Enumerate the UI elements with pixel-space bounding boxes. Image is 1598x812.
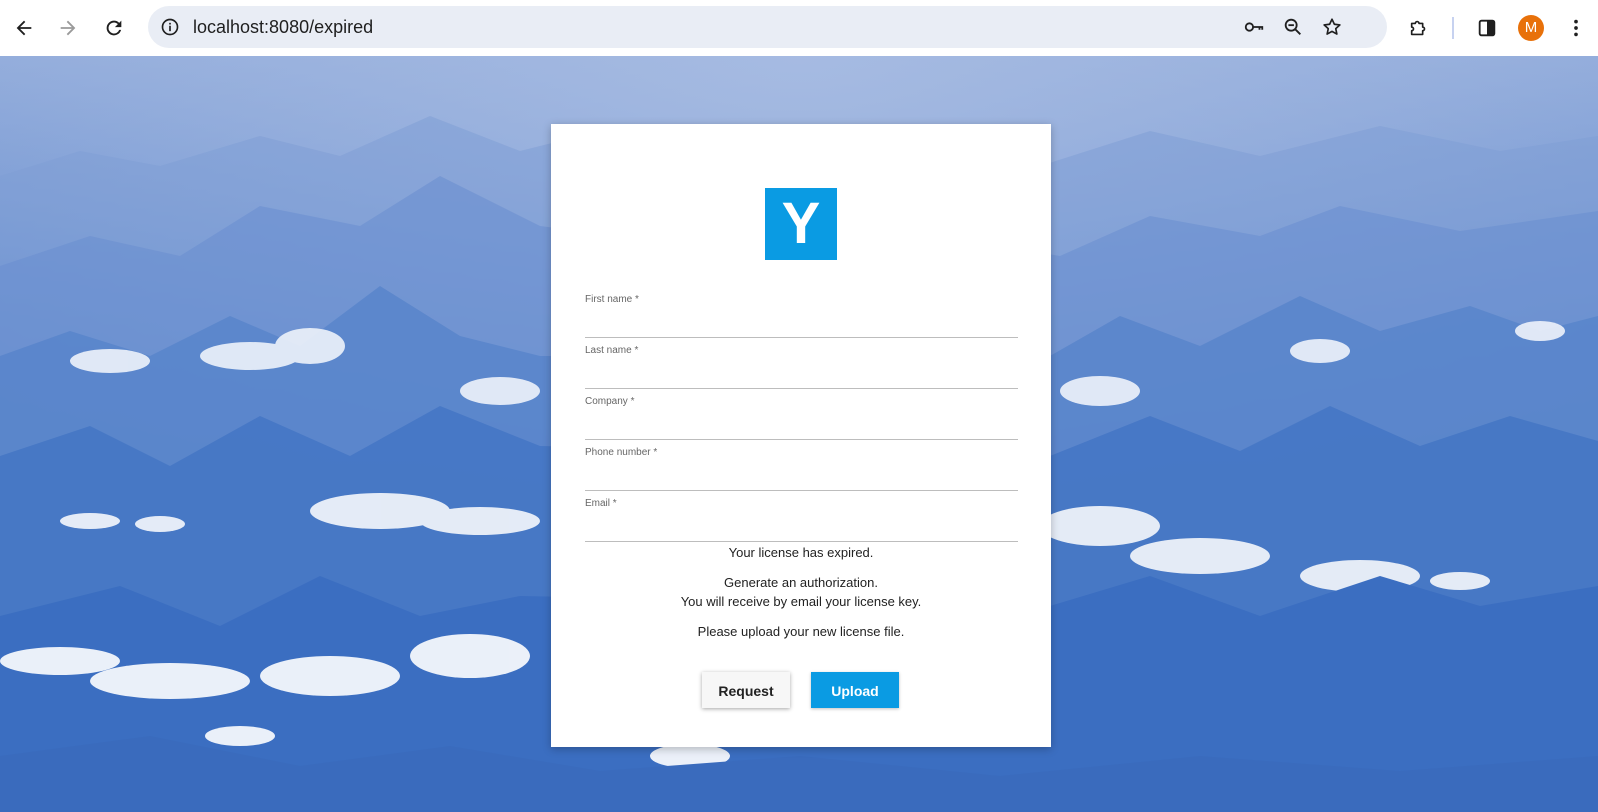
url-input[interactable] [193, 6, 993, 48]
receive-license-key-message: You will receive by email your license k… [680, 594, 922, 609]
license-expired-message: Your license has expired. [728, 545, 874, 560]
company-input[interactable] [585, 414, 1018, 438]
upload-button[interactable]: Upload [811, 672, 899, 708]
bookmark-button[interactable] [1318, 13, 1346, 41]
page-viewport: Y First name * Last name * Company * Pho… [0, 56, 1598, 812]
extensions-button[interactable] [1403, 12, 1435, 44]
phone-number-label: Phone number * [585, 447, 658, 458]
site-info-button[interactable] [155, 12, 185, 42]
key-icon [1244, 22, 1264, 32]
company-label: Company * [585, 396, 635, 407]
upload-license-message: Please upload your new license file. [697, 624, 905, 639]
first-name-input[interactable] [585, 312, 1018, 336]
side-panel-button[interactable] [1471, 12, 1503, 44]
forward-arrow-icon [60, 20, 76, 36]
zoom-out-icon [1284, 18, 1301, 35]
company-field[interactable]: Company * [585, 396, 1018, 440]
password-key-button[interactable] [1240, 13, 1268, 41]
browser-menu-button[interactable] [1560, 12, 1592, 44]
forward-button[interactable] [50, 10, 86, 46]
email-field[interactable]: Email * [585, 498, 1018, 542]
back-button[interactable] [6, 10, 42, 46]
first-name-label: First name * [585, 294, 639, 305]
zoom-button[interactable] [1279, 13, 1307, 41]
last-name-field[interactable]: Last name * [585, 345, 1018, 389]
app-logo: Y [765, 188, 837, 260]
phone-number-input[interactable] [585, 465, 1018, 489]
reload-icon [106, 20, 122, 36]
puzzle-icon [1410, 20, 1426, 36]
email-label: Email * [585, 498, 617, 509]
browser-toolbar: M [0, 0, 1598, 56]
last-name-label: Last name * [585, 345, 639, 356]
last-name-input[interactable] [585, 363, 1018, 387]
kebab-menu-icon [1574, 19, 1578, 37]
license-expired-card: Y First name * Last name * Company * Pho… [551, 124, 1051, 747]
reload-button[interactable] [96, 10, 132, 46]
side-panel-icon [1478, 19, 1496, 37]
request-button[interactable]: Request [702, 672, 790, 708]
profile-avatar[interactable]: M [1518, 15, 1544, 41]
back-arrow-icon [16, 20, 32, 36]
phone-number-field[interactable]: Phone number * [585, 447, 1018, 491]
generate-authorization-message: Generate an authorization. [724, 575, 878, 590]
email-input[interactable] [585, 516, 1018, 540]
first-name-field[interactable]: First name * [585, 294, 1018, 338]
address-bar[interactable] [148, 6, 1387, 48]
info-icon [161, 18, 179, 36]
toolbar-divider [1452, 17, 1454, 39]
star-icon [1323, 18, 1341, 35]
